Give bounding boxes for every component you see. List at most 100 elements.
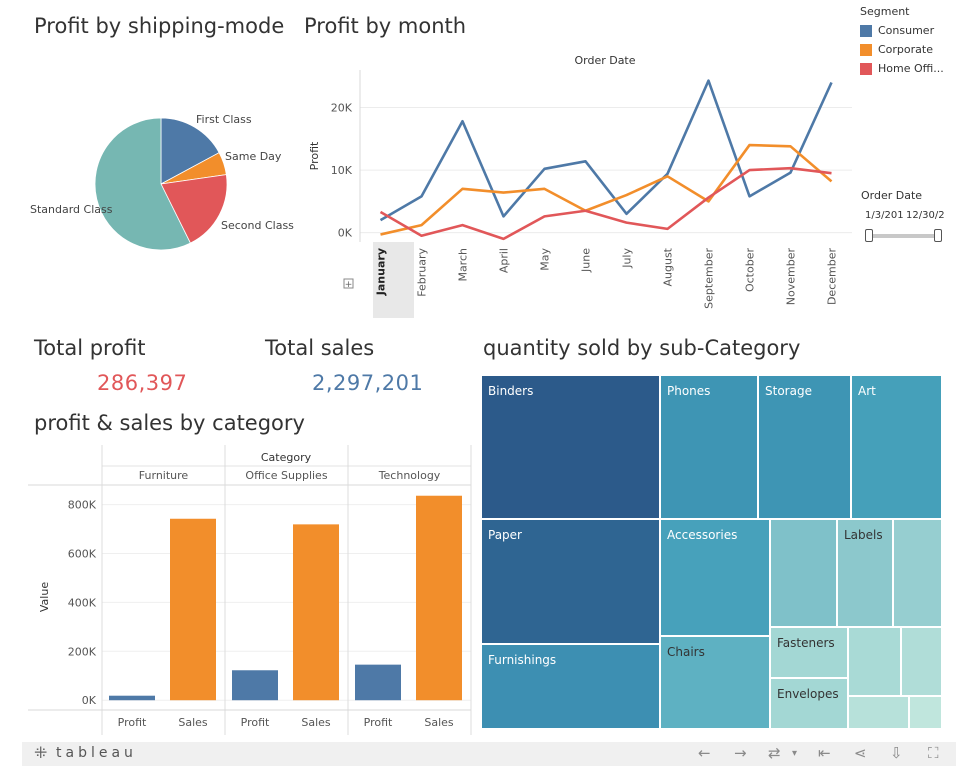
treemap-cell-label: Storage [765, 384, 812, 398]
treemap-cell-label: Art [858, 384, 876, 398]
date-slider-end-handle[interactable] [934, 229, 942, 242]
treemap-cell[interactable] [901, 627, 942, 696]
reset-icon[interactable]: ⇤ [818, 744, 831, 762]
bar-x-tick-label: Sales [301, 716, 331, 729]
bar-y-tick-label: 400K [68, 596, 97, 609]
line-x-tick-label: June [580, 248, 593, 273]
treemap-cell[interactable]: Paper [481, 519, 660, 644]
tableau-toolbar: ⁜ tableau ← → ⇄ ▾ ⇤ ⋖ ⇩ ⛶ [22, 742, 956, 766]
treemap-cell-label: Labels [844, 528, 883, 542]
bar[interactable] [416, 495, 462, 701]
treemap-cell[interactable]: Labels [837, 519, 893, 627]
pie-slice-label: Standard Class [30, 203, 113, 216]
legend-label: Corporate [878, 43, 933, 56]
line-x-tick-label: September [703, 248, 716, 309]
legend-item[interactable]: Corporate [860, 40, 956, 59]
treemap-cell[interactable] [848, 696, 909, 729]
month-line-chart[interactable]: Order Date 0K 10K 20K Profit January February M… [300, 50, 860, 322]
undo-icon[interactable]: ← [698, 744, 711, 762]
legend-item[interactable]: Home Offi... [860, 59, 956, 78]
month-chart-title: Profit by month [304, 14, 467, 38]
bar-category-header: Category [261, 451, 312, 464]
legend-label: Consumer [878, 24, 935, 37]
line-x-tick-label: October [744, 248, 757, 292]
total-sales-value: 2,297,201 [312, 371, 424, 395]
revert-icon[interactable]: ⇄ [768, 744, 781, 762]
total-sales-title: Total sales [265, 336, 375, 360]
revert-dropdown-icon[interactable]: ▾ [792, 748, 797, 759]
segment-legend: Segment Consumer Corporate Home Offi... [860, 5, 956, 78]
treemap-cell[interactable] [848, 627, 901, 696]
treemap-cell[interactable]: Furnishings [481, 644, 660, 729]
treemap-cell[interactable]: Art [851, 375, 942, 519]
line-x-tick-label: February [416, 248, 429, 297]
treemap-cell[interactable]: Envelopes [770, 678, 848, 729]
bar[interactable] [109, 695, 155, 701]
treemap-cell[interactable] [909, 696, 942, 729]
treemap-cell-label: Accessories [667, 528, 738, 542]
bar-y-tick-label: 0K [82, 694, 97, 707]
date-slider-track[interactable] [870, 234, 938, 238]
tableau-logo-icon: ⁜ [34, 743, 48, 762]
date-slider-start-handle[interactable] [865, 229, 873, 242]
line-series[interactable] [379, 79, 833, 222]
legend-item[interactable]: Consumer [860, 21, 956, 40]
line-x-header: Order Date [574, 54, 635, 67]
bar-x-tick-label: Sales [178, 716, 208, 729]
treemap-cell[interactable] [770, 519, 837, 627]
bar-group-label: Office Supplies [245, 469, 327, 482]
bar[interactable] [170, 518, 216, 701]
line-x-tick-label: May [539, 248, 552, 271]
legend-title: Segment [860, 5, 910, 18]
expand-icon-glyph: + [345, 280, 353, 290]
category-bar-chart[interactable]: Category 0K 200K 400K 600K 800K Value Furniture… [28, 445, 472, 737]
line-y-tick-label: 0K [338, 227, 353, 240]
line-x-tick-label: November [785, 248, 798, 306]
treemap-cell[interactable]: Binders [481, 375, 660, 519]
legend-swatch [860, 43, 872, 56]
line-x-tick-label: July [621, 248, 634, 269]
treemap-cell-label: Paper [488, 528, 522, 542]
subcategory-treemap[interactable]: Binders Phones Storage Art Paper Accessories L… [481, 375, 942, 729]
bar-x-tick-label: Profit [364, 716, 393, 729]
redo-icon[interactable]: → [734, 744, 747, 762]
fullscreen-icon[interactable]: ⛶ [928, 744, 939, 762]
share-icon[interactable]: ⋖ [854, 744, 867, 762]
legend-label: Home Offi... [878, 62, 944, 75]
bar[interactable] [355, 664, 401, 701]
line-y-tick-label: 10K [331, 164, 353, 177]
treemap-title: quantity sold by sub-Category [483, 336, 801, 360]
line-y-tick-label: 20K [331, 102, 353, 115]
date-filter-end: 12/30/2 [906, 210, 945, 221]
pie-slice-label: Second Class [221, 219, 294, 232]
shipping-pie-chart[interactable]: First Class Same Day Second Class Standard … [20, 90, 300, 280]
treemap-cell-label: Phones [667, 384, 711, 398]
treemap-cell[interactable]: Accessories [660, 519, 770, 636]
total-profit-title: Total profit [34, 336, 146, 360]
bar-y-tick-label: 200K [68, 645, 97, 658]
line-series[interactable] [380, 143, 833, 236]
line-x-tick-label: January [375, 248, 388, 296]
treemap-cell[interactable]: Chairs [660, 636, 770, 729]
bar[interactable] [232, 670, 278, 701]
category-chart-title: profit & sales by category [34, 411, 305, 435]
download-icon[interactable]: ⇩ [890, 744, 903, 762]
line-x-tick-label: April [498, 248, 511, 273]
bar[interactable] [293, 524, 339, 701]
bar-group-label: Furniture [139, 469, 189, 482]
bar-x-tick-label: Sales [424, 716, 454, 729]
treemap-cell-label: Furnishings [488, 653, 557, 667]
treemap-cell[interactable] [893, 519, 942, 627]
line-x-tick-label: August [662, 247, 675, 286]
date-filter-title: Order Date [861, 189, 923, 202]
legend-swatch [860, 62, 872, 75]
bar-y-axis-label: Value [38, 582, 51, 612]
total-profit-value: 286,397 [97, 371, 188, 395]
treemap-cell[interactable]: Storage [758, 375, 851, 519]
date-filter-start: 1/3/201 [865, 210, 904, 221]
bar-y-tick-label: 800K [68, 499, 97, 512]
treemap-cell[interactable]: Fasteners [770, 627, 848, 678]
treemap-cell[interactable]: Phones [660, 375, 758, 519]
treemap-cell-label: Fasteners [777, 636, 835, 650]
bar-y-tick-label: 600K [68, 547, 97, 560]
